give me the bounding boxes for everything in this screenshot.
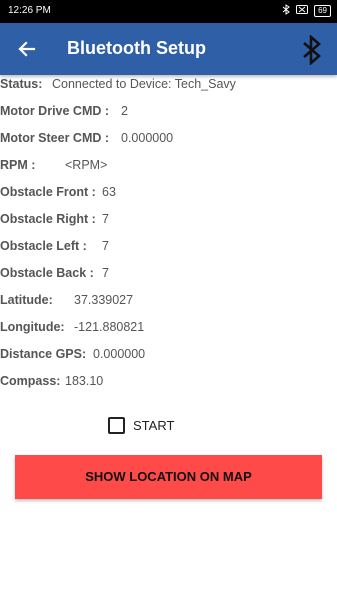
battery-icon: 69 <box>314 4 331 17</box>
obstacle-back-value: 7 <box>102 266 109 280</box>
obstacle-back-row: Obstacle Back : 7 <box>0 266 109 286</box>
compass-value: 183.10 <box>65 374 104 388</box>
show-location-on-map-button[interactable]: SHOW LOCATION ON MAP <box>15 455 322 499</box>
obstacle-front-value: 63 <box>102 185 116 199</box>
motor-steer-row: Motor Steer CMD : 0.000000 <box>0 131 173 151</box>
status-value: Connected to Device: Tech_Savy <box>52 77 236 91</box>
rpm-value: <RPM> <box>65 158 108 172</box>
status-label: Status: <box>0 77 43 91</box>
app-bar: Bluetooth Setup <box>0 23 337 75</box>
bluetooth-icon <box>282 4 290 17</box>
rpm-row: RPM : <RPM> <box>0 158 107 178</box>
arrow-left-icon <box>18 41 36 57</box>
back-button[interactable] <box>14 36 40 62</box>
motor-drive-value: 2 <box>121 104 128 118</box>
motor-drive-row: Motor Drive CMD : 2 <box>0 104 128 124</box>
obstacle-right-label: Obstacle Right : <box>0 212 96 226</box>
status-row: Status: Connected to Device: Tech_Savy <box>0 77 236 97</box>
obstacle-left-label: Obstacle Left : <box>0 239 87 253</box>
obstacle-back-label: Obstacle Back : <box>0 266 94 280</box>
compass-row: Compass: 183.10 <box>0 374 103 394</box>
longitude-row: Longitude: -121.880821 <box>0 320 144 340</box>
obstacle-left-value: 7 <box>102 239 109 253</box>
distance-gps-label: Distance GPS: <box>0 347 87 361</box>
latitude-label: Latitude: <box>0 293 53 307</box>
status-time: 12:26 PM <box>8 5 51 16</box>
start-label[interactable]: START <box>133 418 174 433</box>
obstacle-front-label: Obstacle Front : <box>0 185 96 199</box>
obstacle-front-row: Obstacle Front : 63 <box>0 185 116 205</box>
page-title: Bluetooth Setup <box>67 38 206 58</box>
obstacle-right-value: 7 <box>102 212 109 226</box>
longitude-label: Longitude: <box>0 320 65 334</box>
motor-drive-label: Motor Drive CMD : <box>0 104 110 118</box>
motor-steer-value: 0.000000 <box>121 131 174 145</box>
status-bar: 12:26 PM 69 <box>0 0 337 23</box>
latitude-row: Latitude: 37.339027 <box>0 293 133 313</box>
obstacle-left-row: Obstacle Left : 7 <box>0 239 109 259</box>
start-checkbox-control[interactable]: START <box>108 415 174 435</box>
longitude-value: -121.880821 <box>74 320 145 334</box>
sim-icon <box>296 5 309 16</box>
motor-steer-label: Motor Steer CMD : <box>0 131 110 145</box>
compass-label: Compass: <box>0 374 61 388</box>
rpm-label: RPM : <box>0 158 36 172</box>
bluetooth-button[interactable] <box>300 34 324 66</box>
start-checkbox[interactable] <box>108 416 125 434</box>
distance-gps-value: 0.000000 <box>93 347 146 361</box>
latitude-value: 37.339027 <box>74 293 134 307</box>
bluetooth-icon <box>303 34 321 66</box>
status-icons: 69 <box>282 4 331 17</box>
distance-gps-row: Distance GPS: 0.000000 <box>0 347 145 367</box>
obstacle-right-row: Obstacle Right : 7 <box>0 212 109 232</box>
